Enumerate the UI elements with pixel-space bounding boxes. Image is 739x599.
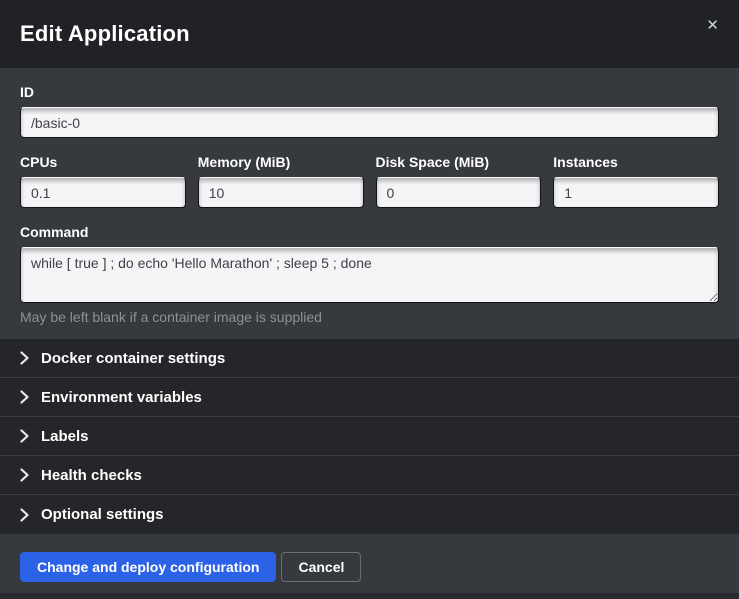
chevron-right-icon [20, 390, 29, 404]
edit-application-modal: Edit Application ✕ ID CPUs Memory (MiB) … [0, 0, 739, 599]
chevron-right-icon [20, 468, 29, 482]
id-field-group: ID [20, 84, 719, 138]
section-docker-container-settings[interactable]: Docker container settings [0, 339, 739, 378]
command-help-text: May be left blank if a container image i… [20, 309, 719, 325]
accordion-sections: Docker container settings Environment va… [0, 339, 739, 534]
command-field-group: Command while [ true ] ; do echo 'Hello … [20, 224, 719, 325]
cancel-button[interactable]: Cancel [281, 552, 361, 582]
section-label: Optional settings [41, 506, 164, 523]
modal-bottom-edge [0, 593, 739, 599]
section-label: Docker container settings [41, 350, 225, 367]
section-health-checks[interactable]: Health checks [0, 456, 739, 495]
section-labels[interactable]: Labels [0, 417, 739, 456]
id-input[interactable] [20, 107, 719, 138]
instances-field-group: Instances [553, 154, 719, 208]
cpus-field-group: CPUs [20, 154, 186, 208]
disk-space-label: Disk Space (MiB) [376, 154, 542, 170]
chevron-right-icon [20, 351, 29, 365]
disk-space-input[interactable] [376, 177, 542, 208]
section-label: Environment variables [41, 389, 202, 406]
command-textarea[interactable]: while [ true ] ; do echo 'Hello Marathon… [20, 247, 719, 303]
resources-row: CPUs Memory (MiB) Disk Space (MiB) Insta… [20, 154, 719, 208]
modal-footer: Change and deploy configuration Cancel [0, 534, 739, 593]
section-label: Health checks [41, 467, 142, 484]
id-label: ID [20, 84, 719, 100]
section-optional-settings[interactable]: Optional settings [0, 495, 739, 534]
close-icon[interactable]: ✕ [698, 14, 727, 37]
change-and-deploy-button[interactable]: Change and deploy configuration [20, 552, 276, 582]
chevron-right-icon [20, 508, 29, 522]
memory-input[interactable] [198, 177, 364, 208]
memory-field-group: Memory (MiB) [198, 154, 364, 208]
cpus-input[interactable] [20, 177, 186, 208]
section-environment-variables[interactable]: Environment variables [0, 378, 739, 417]
modal-body: ID CPUs Memory (MiB) Disk Space (MiB) In… [0, 68, 739, 339]
instances-label: Instances [553, 154, 719, 170]
section-label: Labels [41, 428, 89, 445]
modal-title: Edit Application [20, 21, 190, 47]
instances-input[interactable] [553, 177, 719, 208]
disk-space-field-group: Disk Space (MiB) [376, 154, 542, 208]
chevron-right-icon [20, 429, 29, 443]
cpus-label: CPUs [20, 154, 186, 170]
command-label: Command [20, 224, 719, 240]
modal-header: Edit Application ✕ [0, 0, 739, 68]
memory-label: Memory (MiB) [198, 154, 364, 170]
